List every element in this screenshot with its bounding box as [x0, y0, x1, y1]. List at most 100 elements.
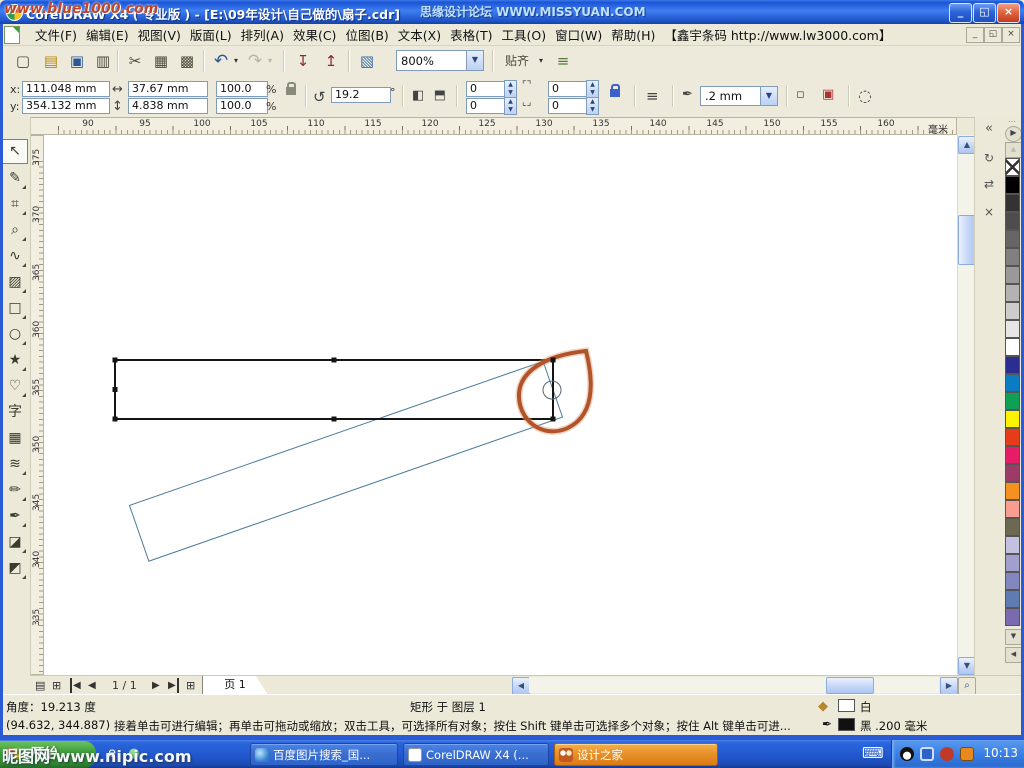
undo-dropdown-icon[interactable]: ▾ [231, 50, 241, 72]
outline-width-dropdown-icon[interactable]: ▼ [760, 87, 777, 105]
cut-button[interactable]: ✂ [124, 50, 146, 72]
crop-tool[interactable]: ⌗ [2, 192, 28, 217]
color-swatch[interactable] [1005, 176, 1020, 194]
snap-to-button[interactable]: 贴齐 [500, 50, 534, 72]
smart-fill-tool[interactable]: ▨ [2, 270, 28, 295]
redo-button[interactable]: ↷ [244, 50, 266, 72]
y-position-field[interactable]: 354.132 mm [22, 98, 110, 114]
close-docker-icon[interactable]: × [980, 203, 998, 221]
color-swatch[interactable] [1005, 230, 1020, 248]
corner-lb-spinner[interactable]: ▲▼ [504, 97, 517, 115]
rotated-rectangle-outline[interactable] [129, 361, 562, 561]
snap-dropdown-icon[interactable]: ▾ [536, 50, 546, 72]
tray-app-icon[interactable] [960, 747, 974, 761]
color-swatch[interactable] [1005, 266, 1020, 284]
menu-edit[interactable]: 编辑(E) [86, 25, 129, 44]
task-coreldraw-window[interactable]: CorelDRAW X4 (... [403, 743, 549, 766]
color-swatch[interactable] [1005, 608, 1020, 626]
paste-button[interactable]: ▩ [176, 50, 198, 72]
selection-handle[interactable] [332, 417, 337, 422]
text-tool[interactable]: 字 [2, 400, 28, 425]
task-baidu-window[interactable]: 百度图片搜索_国... [250, 743, 398, 766]
next-page-button[interactable]: ▶ [152, 678, 160, 693]
object-height-field[interactable]: 4.838 mm [128, 98, 208, 114]
color-swatch[interactable] [1005, 536, 1020, 554]
color-swatch[interactable] [1005, 338, 1020, 356]
selected-rectangle[interactable] [115, 360, 553, 419]
add-page-after-button[interactable]: ⊞ [186, 678, 195, 693]
ellipse-tool[interactable]: ○ [2, 322, 28, 347]
outline-width-combo[interactable]: .2 mm ▼ [700, 86, 778, 106]
menu-arrange[interactable]: 排列(A) [241, 25, 284, 44]
options-button[interactable]: ≡ [552, 50, 574, 72]
color-swatch[interactable] [1005, 194, 1020, 212]
color-swatch[interactable] [1005, 302, 1020, 320]
drawing-canvas[interactable] [44, 135, 957, 675]
mdi-restore-button[interactable]: ◱ [984, 27, 1002, 43]
interactive-fill-tool[interactable]: ◩ [2, 556, 28, 581]
color-swatch[interactable] [1005, 500, 1020, 518]
import-button[interactable]: ↧ [292, 50, 314, 72]
menu-help[interactable]: 帮助(H) [611, 25, 655, 44]
last-page-button[interactable]: ▶ [168, 678, 179, 693]
object-width-field[interactable]: 37.67 mm [128, 81, 208, 97]
menu-bitmaps[interactable]: 位图(B) [345, 25, 388, 44]
wrap-text-button[interactable]: ≡ [646, 87, 659, 105]
print-button[interactable]: ▥ [92, 50, 114, 72]
color-swatch[interactable] [1005, 356, 1020, 374]
transform-scale-docker-icon[interactable]: ⇄ [980, 175, 998, 193]
symmetry-button[interactable]: ◌ [858, 86, 872, 105]
tray-security-icon[interactable] [940, 747, 954, 761]
pick-tool[interactable]: ↖ [2, 139, 28, 164]
rotation-angle-field[interactable]: 19.2 [331, 87, 391, 103]
horizontal-scroll-thumb[interactable] [826, 677, 874, 694]
no-color-swatch[interactable] [1005, 158, 1020, 176]
mdi-minimize-button[interactable]: _ [966, 27, 984, 43]
selection-handle[interactable] [113, 358, 118, 363]
menu-effects[interactable]: 效果(C) [293, 25, 336, 44]
close-button[interactable]: × [997, 3, 1020, 23]
scale-h-field[interactable]: 100.0 [216, 81, 268, 97]
fill-tool[interactable]: ◪ [2, 530, 28, 555]
selection-handle[interactable] [551, 417, 556, 422]
convert-outline-button[interactable]: ▫ [796, 87, 805, 102]
redo-dropdown-icon[interactable]: ▾ [265, 50, 275, 72]
color-swatch[interactable] [1005, 518, 1020, 536]
new-document-button[interactable]: ▢ [12, 50, 34, 72]
color-swatch[interactable] [1005, 374, 1020, 392]
color-swatch[interactable] [1005, 554, 1020, 572]
add-page-before-button[interactable]: ⊞ [52, 678, 61, 693]
menu-file[interactable]: 文件(F) [35, 25, 77, 44]
selection-handle[interactable] [551, 358, 556, 363]
palette-scroll-up-button[interactable]: ▲ [1005, 142, 1022, 158]
vertical-scrollbar[interactable]: ▲ ▼ [957, 135, 975, 675]
keyboard-language-icon[interactable]: ⌨ [862, 745, 878, 761]
palette-flyout-button[interactable]: ▶ [1005, 126, 1022, 142]
navigator-zoom-button[interactable]: ⌕ [958, 677, 976, 695]
zoom-level-combo[interactable]: 800% ▼ [396, 50, 484, 71]
mirror-horizontal-button[interactable]: ◧ [412, 88, 424, 103]
color-swatch[interactable] [1005, 320, 1020, 338]
tray-qq-icon[interactable] [900, 747, 914, 761]
eyedropper-tool[interactable]: ✏ [2, 478, 28, 503]
color-swatch[interactable] [1005, 248, 1020, 266]
corner-rb-spinner[interactable]: ▲▼ [586, 97, 599, 115]
polygon-tool[interactable]: ★ [2, 348, 28, 373]
restore-button[interactable]: ◱ [973, 3, 996, 23]
corner-lt-spinner[interactable]: ▲▼ [504, 80, 517, 98]
menu-text[interactable]: 文本(X) [398, 25, 441, 44]
application-launcher-icon[interactable]: ▧ [356, 50, 378, 72]
x-position-field[interactable]: 111.048 mm [22, 81, 110, 97]
undo-button[interactable]: ↶ [210, 50, 232, 72]
freehand-tool[interactable]: ∿ [2, 244, 28, 269]
previous-page-button[interactable]: ◀ [88, 678, 96, 693]
selection-handle[interactable] [113, 417, 118, 422]
palette-expand-button[interactable]: ◀ [1005, 647, 1022, 663]
outline-tool[interactable]: ✒ [2, 504, 28, 529]
menu-view[interactable]: 视图(V) [138, 25, 181, 44]
color-swatch[interactable] [1005, 446, 1020, 464]
color-swatch[interactable] [1005, 590, 1020, 608]
zoom-tool[interactable]: ⌕ [2, 218, 28, 243]
open-button[interactable]: ▤ [40, 50, 62, 72]
palette-scroll-down-button[interactable]: ▼ [1005, 629, 1022, 645]
